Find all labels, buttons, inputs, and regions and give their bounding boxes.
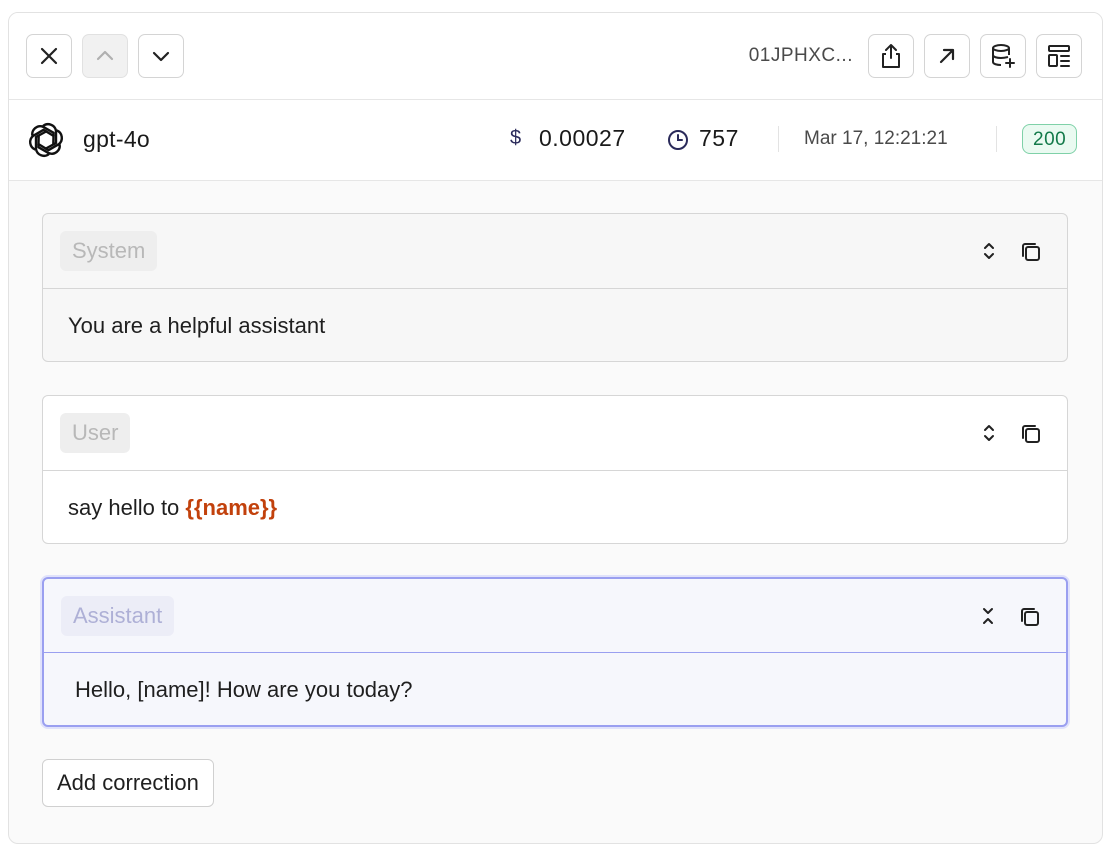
chevron-up-icon <box>96 50 114 61</box>
arrow-up-right-icon <box>939 48 955 64</box>
database-add-icon <box>992 44 1015 68</box>
expand-icon[interactable] <box>981 241 997 261</box>
message-body: You are a helpful assistant <box>43 289 1067 361</box>
role-label: User <box>60 413 131 453</box>
copy-icon[interactable] <box>1020 241 1042 263</box>
role-label: Assistant <box>61 596 175 636</box>
toolbar: 01JPHXC... <box>9 13 1102 100</box>
layout-icon <box>1048 45 1070 67</box>
message-header: Assistant <box>44 579 1066 653</box>
close-button[interactable] <box>26 34 72 78</box>
chevron-down-icon <box>152 51 170 62</box>
message-header: System <box>43 214 1067 289</box>
clock-icon <box>668 130 688 150</box>
token-count: 757 <box>699 125 739 151</box>
open-in-new-button[interactable] <box>924 34 970 78</box>
request-detail-panel: 01JPHXC... gpt-4o $ 0.00027 757 Mar 17, … <box>8 12 1103 844</box>
request-info-bar: gpt-4o $ 0.00027 757 Mar 17, 12:21:21 20… <box>9 100 1102 181</box>
divider <box>996 126 997 152</box>
expand-icon[interactable] <box>981 423 997 443</box>
previous-button[interactable] <box>82 34 128 78</box>
dollar-icon: $ <box>510 127 522 149</box>
model-name: gpt-4o <box>83 126 151 152</box>
message-content: You are a helpful assistant <box>68 313 326 338</box>
request-id[interactable]: 01JPHXC... <box>749 45 853 67</box>
message-header: User <box>43 396 1067 471</box>
share-icon <box>882 44 900 68</box>
message-body: Hello, [name]! How are you today? <box>44 653 1066 725</box>
status-badge: 200 <box>1022 124 1078 154</box>
cost-value: 0.00027 <box>539 125 626 151</box>
divider <box>778 126 779 152</box>
share-button[interactable] <box>868 34 914 78</box>
timestamp: Mar 17, 12:21:21 <box>804 128 948 149</box>
assistant-message: Assistant Hello, [name]! How are you tod… <box>42 577 1068 727</box>
system-message: System You are a helpful assistant <box>42 213 1068 362</box>
next-button[interactable] <box>138 34 184 78</box>
collapse-icon[interactable] <box>980 606 996 626</box>
message-content[interactable]: Hello, [name]! How are you today? <box>75 677 413 703</box>
add-correction-button[interactable]: Add correction <box>42 759 214 807</box>
role-label: System <box>60 231 158 271</box>
message-content: say hello to {{name}} <box>68 495 277 521</box>
template-variable: {{name}} <box>185 495 278 520</box>
add-to-dataset-button[interactable] <box>980 34 1026 78</box>
message-body: say hello to {{name}} <box>43 471 1067 543</box>
close-icon <box>40 47 58 65</box>
layout-button[interactable] <box>1036 34 1082 78</box>
openai-logo-icon <box>29 123 63 157</box>
message-text: say hello to <box>68 495 186 520</box>
copy-icon[interactable] <box>1020 423 1042 445</box>
copy-icon[interactable] <box>1019 606 1041 628</box>
user-message: User say hello to {{name}} <box>42 395 1068 544</box>
